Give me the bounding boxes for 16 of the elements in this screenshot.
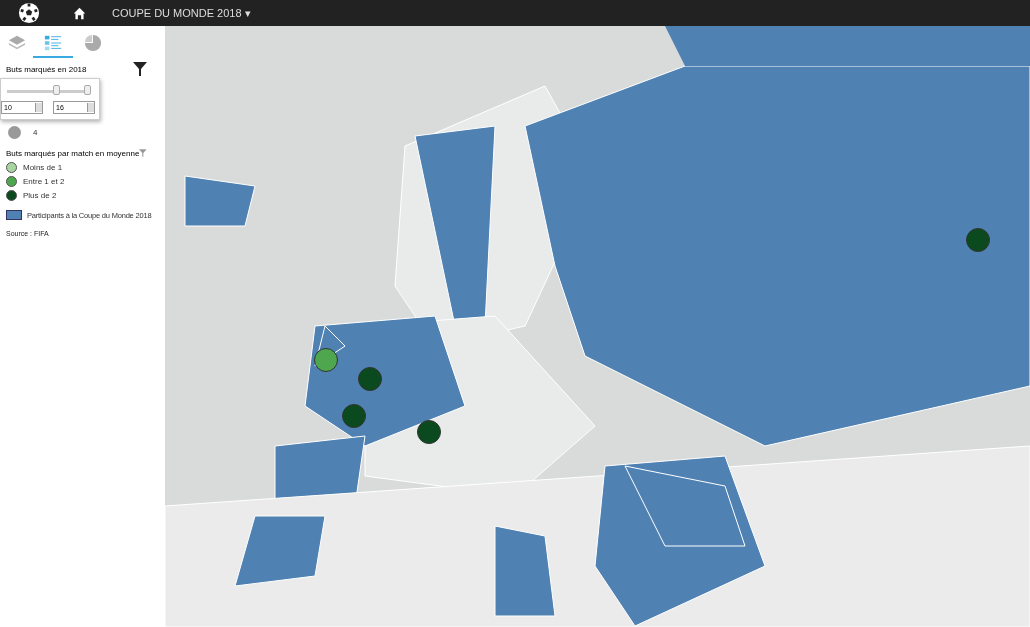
legend-title: Buts marqués par match en moyenne — [6, 148, 140, 158]
home-icon[interactable] — [73, 6, 86, 20]
legend-title: Buts marqués en 2018 — [6, 64, 87, 74]
slider-thumb[interactable] — [53, 85, 61, 95]
football-icon[interactable] — [18, 2, 40, 24]
legend-label: 4 — [33, 127, 38, 137]
layers-icon — [7, 34, 26, 52]
pie-chart-icon — [84, 34, 102, 52]
size-symbol — [8, 125, 21, 139]
legend-icon — [44, 34, 62, 52]
slider-thumb[interactable] — [84, 85, 91, 95]
legend-label: Moins de 1 — [23, 162, 63, 172]
legend-label: Plus de 2 — [23, 190, 57, 200]
project-menu[interactable]: COUPE DU MONDE 2018 ▾ — [108, 4, 255, 22]
legend-label: Entre 1 et 2 — [23, 176, 65, 186]
filter-icon[interactable] — [133, 62, 147, 76]
